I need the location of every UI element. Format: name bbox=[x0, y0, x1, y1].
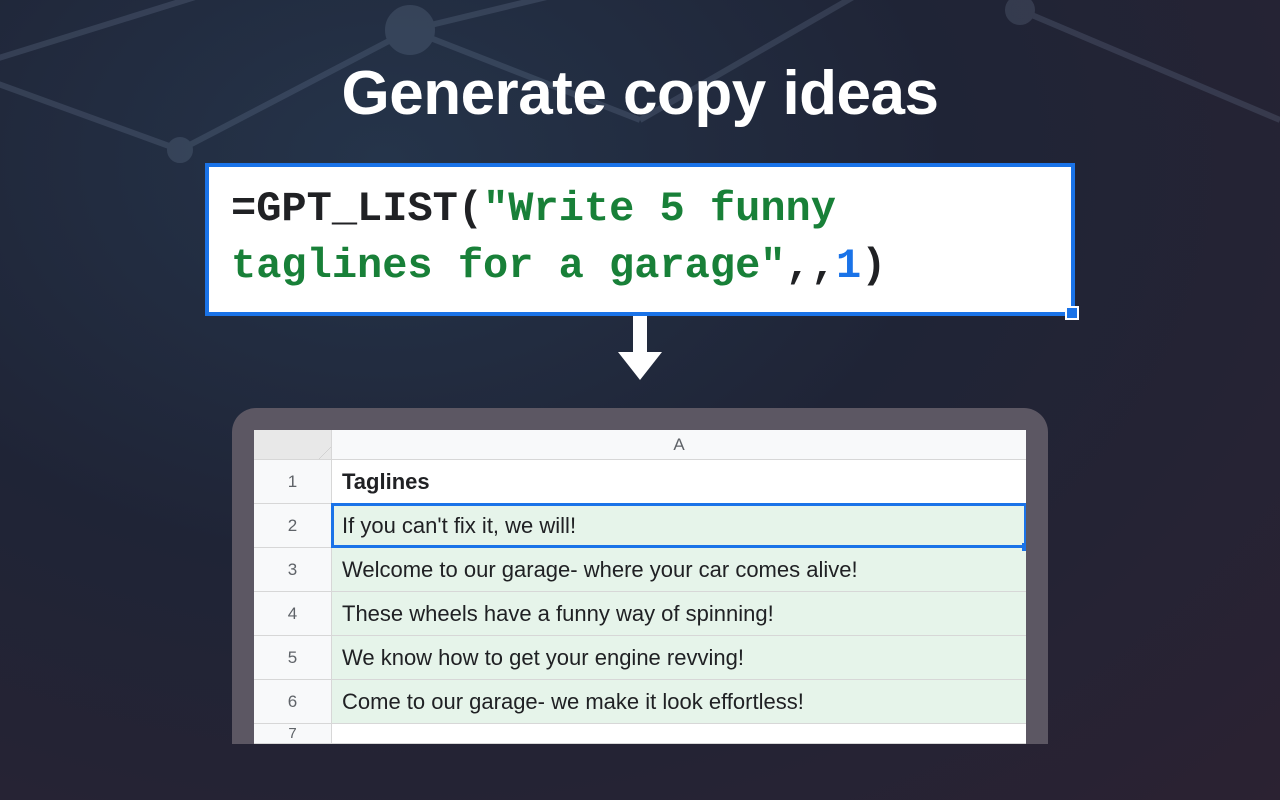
cell-a2[interactable]: If you can't fix it, we will! bbox=[332, 504, 1026, 547]
table-row: 1 Taglines bbox=[254, 460, 1026, 504]
row-number[interactable]: 6 bbox=[254, 680, 332, 723]
formula-close-paren: ) bbox=[861, 242, 886, 290]
formula-open-paren: ( bbox=[458, 185, 483, 233]
cell-text: If you can't fix it, we will! bbox=[342, 513, 576, 539]
column-header-a[interactable]: A bbox=[332, 430, 1026, 459]
formula-bar-wrap: =GPT_LIST("Write 5 funnytaglines for a g… bbox=[205, 163, 1075, 316]
cell-a4[interactable]: These wheels have a funny way of spinnin… bbox=[332, 592, 1026, 635]
formula-commas: ,, bbox=[786, 242, 836, 290]
formula-string-quote-open: " bbox=[483, 185, 508, 233]
table-row: 5 We know how to get your engine revving… bbox=[254, 636, 1026, 680]
formula-number-arg: 1 bbox=[836, 242, 861, 290]
formula-function-name: GPT_LIST bbox=[256, 185, 458, 233]
formula-equals: = bbox=[231, 185, 256, 233]
row-number[interactable]: 2 bbox=[254, 504, 332, 547]
formula-string-quote-close: " bbox=[760, 242, 785, 290]
row-number[interactable]: 4 bbox=[254, 592, 332, 635]
device-frame: A 1 Taglines 2 If you can't fix it, we w… bbox=[232, 408, 1048, 744]
row-number[interactable]: 3 bbox=[254, 548, 332, 591]
cell-a6[interactable]: Come to our garage- we make it look effo… bbox=[332, 680, 1026, 723]
table-row: 4 These wheels have a funny way of spinn… bbox=[254, 592, 1026, 636]
fill-handle-icon[interactable] bbox=[1022, 543, 1026, 551]
select-all-corner[interactable] bbox=[254, 430, 332, 459]
formula-string-line1: Write 5 funny bbox=[508, 185, 836, 233]
row-number[interactable]: 1 bbox=[254, 460, 332, 503]
cell-a3[interactable]: Welcome to our garage- where your car co… bbox=[332, 548, 1026, 591]
spreadsheet: A 1 Taglines 2 If you can't fix it, we w… bbox=[254, 430, 1026, 744]
selection-handle-icon[interactable] bbox=[1065, 306, 1079, 320]
table-row: 6 Come to our garage- we make it look ef… bbox=[254, 680, 1026, 724]
table-row: 2 If you can't fix it, we will! bbox=[254, 504, 1026, 548]
cell-a1[interactable]: Taglines bbox=[332, 460, 1026, 503]
row-number[interactable]: 7 bbox=[254, 724, 332, 743]
formula-string-line2: taglines for a garage bbox=[231, 242, 760, 290]
arrow-down-icon bbox=[618, 312, 662, 380]
table-row: 7 bbox=[254, 724, 1026, 744]
table-row: 3 Welcome to our garage- where your car … bbox=[254, 548, 1026, 592]
cell-a7[interactable] bbox=[332, 724, 1026, 743]
cell-a5[interactable]: We know how to get your engine revving! bbox=[332, 636, 1026, 679]
column-header-row: A bbox=[254, 430, 1026, 460]
page-title: Generate copy ideas bbox=[342, 58, 939, 129]
row-number[interactable]: 5 bbox=[254, 636, 332, 679]
formula-bar[interactable]: =GPT_LIST("Write 5 funnytaglines for a g… bbox=[205, 163, 1075, 316]
